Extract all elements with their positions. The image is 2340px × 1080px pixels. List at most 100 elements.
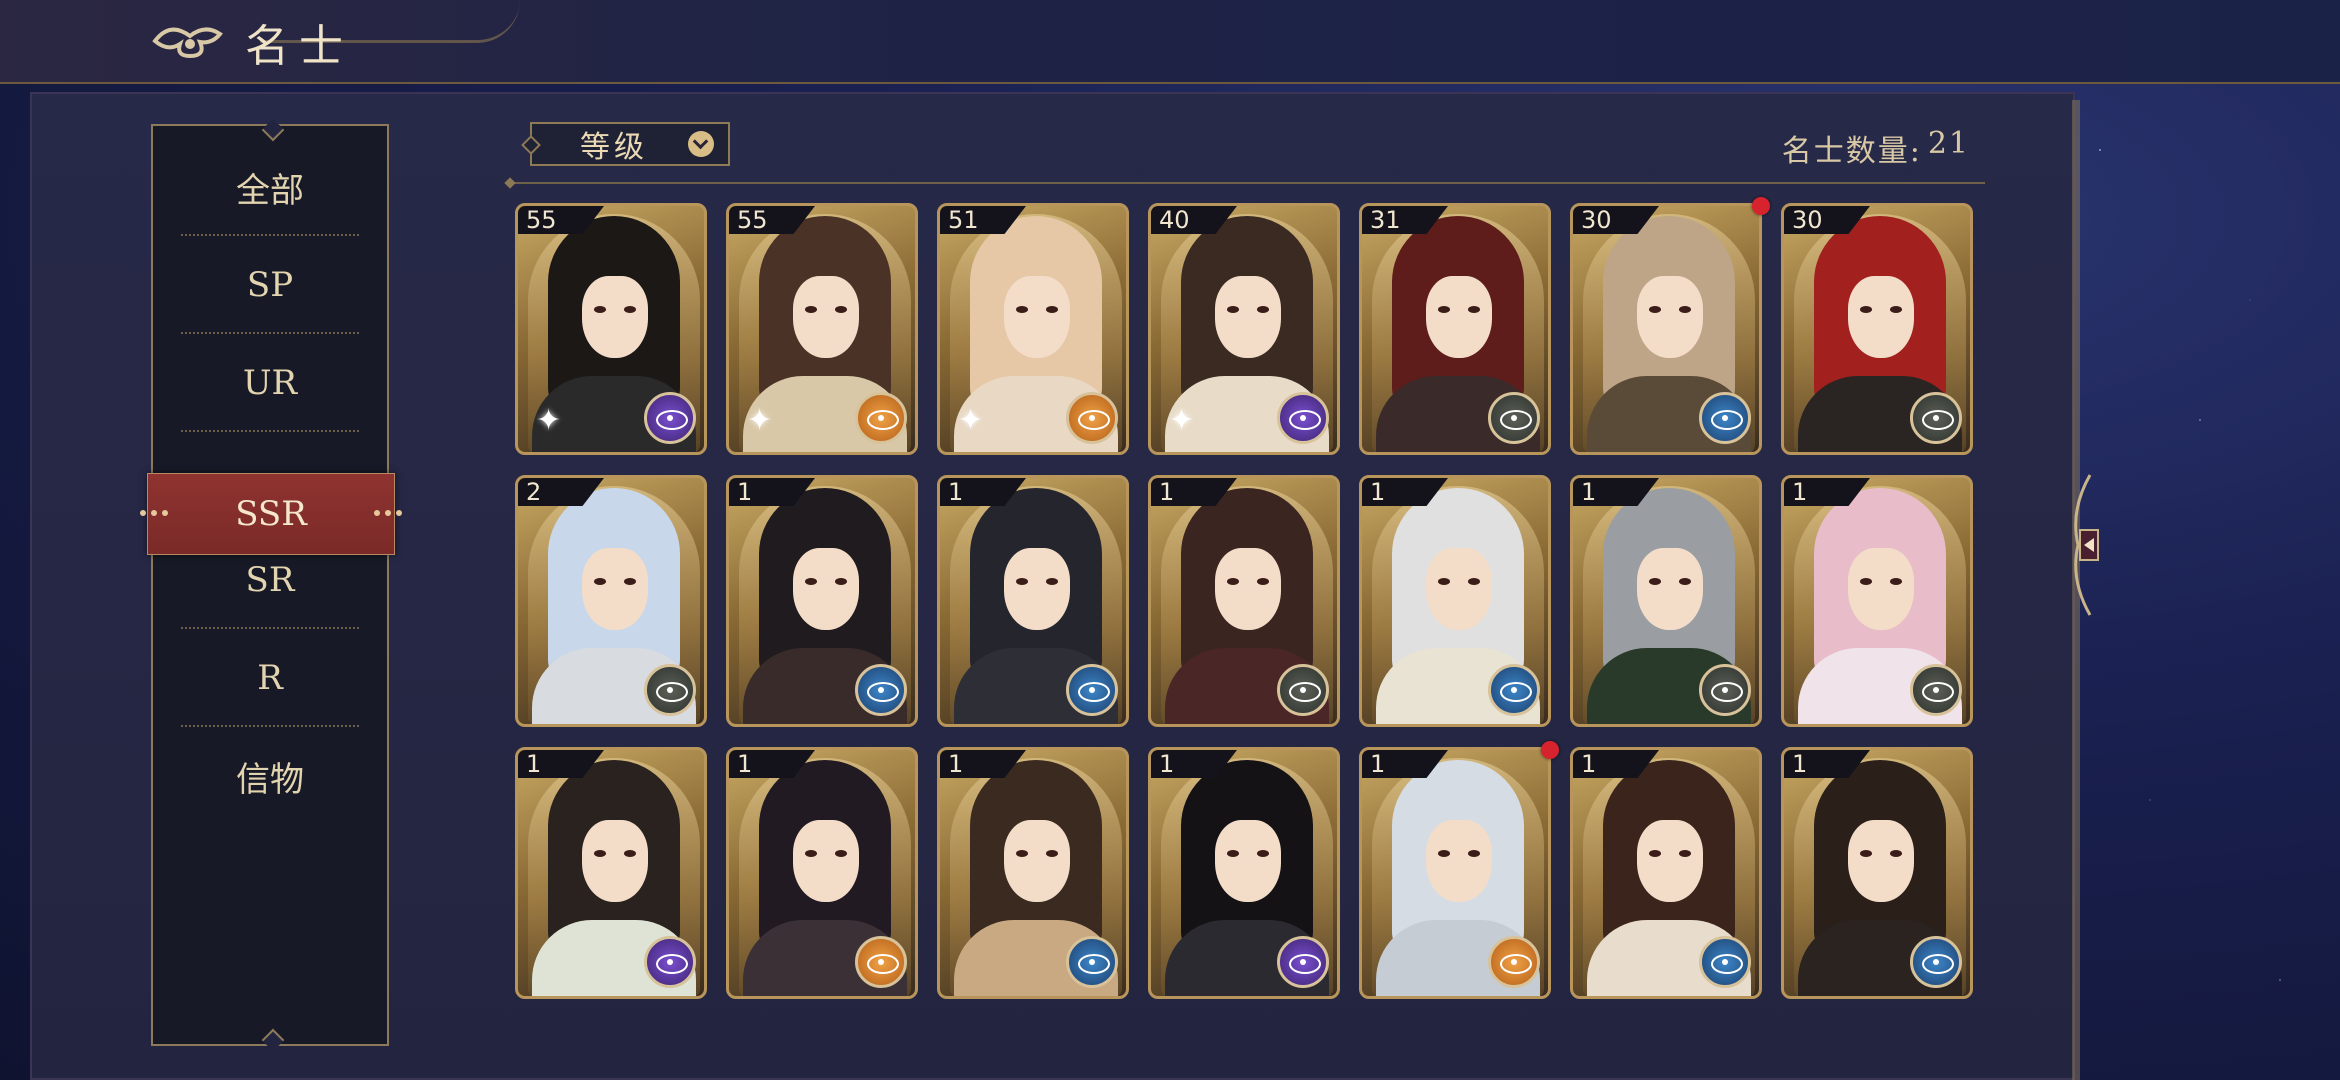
hero-portrait-eyes [1016,578,1058,586]
hero-portrait-eyes [1860,578,1902,586]
hero-card[interactable]: 1 [1148,747,1340,999]
sidebar-item-label: UR [242,363,298,403]
sidebar-item-r[interactable]: R [153,629,387,727]
rarity-sidebar: 全部 SP UR SSR SR R 信物 [140,118,402,1052]
hero-card[interactable]: 1 [1359,747,1551,999]
element-attribute-icon [1066,664,1118,716]
element-attribute-icon [1488,936,1540,988]
hero-card[interactable]: 51 ✦ [937,203,1129,455]
hero-card[interactable]: 30 [1570,203,1762,455]
hero-portrait-face [793,276,859,358]
element-attribute-icon [644,664,696,716]
sparkle-icon: ✦ [1169,403,1195,438]
hero-card[interactable]: 1 [515,747,707,999]
hero-portrait-face [1637,820,1703,902]
element-attribute-icon [1910,664,1962,716]
sidebar-item-label: 全部 [236,170,304,211]
sort-dropdown[interactable]: 等级 [530,122,730,166]
element-attribute-icon [1488,664,1540,716]
chevron-down-icon [688,131,714,157]
hero-count-value: 21 [1927,126,1970,161]
hero-portrait-eyes [594,306,636,314]
sidebar-item-tokens[interactable]: 信物 [153,727,387,825]
hero-portrait-face [1215,820,1281,902]
element-attribute-icon [644,936,696,988]
hero-card[interactable]: 1 [726,747,918,999]
sidebar-item-ur[interactable]: UR [153,334,387,432]
page-title: 名士 [245,21,353,72]
element-attribute-icon [644,392,696,444]
hero-portrait-eyes [1016,306,1058,314]
hero-card[interactable]: 1 [1570,475,1762,727]
sidebar-item-label: R [257,658,283,698]
hero-card[interactable]: 1 [1359,475,1551,727]
element-attribute-icon [855,936,907,988]
element-attribute-icon [1910,936,1962,988]
hero-portrait-face [793,820,859,902]
hero-portrait-face [582,276,648,358]
sort-dropdown-label: 等级 [580,130,648,165]
sidebar-item-all[interactable]: 全部 [153,138,387,236]
hero-card[interactable]: 55 ✦ [515,203,707,455]
active-ornament-right [374,510,402,516]
sparkle-icon: ✦ [958,403,984,438]
hero-card[interactable]: 30 [1781,203,1973,455]
sparkle-icon: ✦ [536,403,562,438]
element-attribute-icon [1699,664,1751,716]
sidebar-item-sp[interactable]: SP [153,236,387,334]
hero-portrait-eyes [594,578,636,586]
hero-portrait-face [1215,276,1281,358]
element-attribute-icon [855,392,907,444]
hero-card[interactable]: 1 [937,475,1129,727]
hero-card[interactable]: 1 [726,475,918,727]
hero-portrait-face [1215,548,1281,630]
hero-count-label: 名士数量: [1781,134,1922,169]
hero-card[interactable]: 2 [515,475,707,727]
hero-card[interactable]: 55 ✦ [726,203,918,455]
hero-portrait-eyes [1438,850,1480,858]
hero-portrait-face [582,820,648,902]
hero-card[interactable]: 1 [1570,747,1762,999]
hero-portrait-face [1426,276,1492,358]
element-attribute-icon [1066,936,1118,988]
expand-panel-arrow-icon[interactable] [2050,470,2110,620]
element-attribute-icon [855,664,907,716]
hero-portrait-face [1637,276,1703,358]
element-attribute-icon [1277,392,1329,444]
hero-card[interactable]: 1 [937,747,1129,999]
hero-count: 名士数量: 21 [1782,126,1970,170]
hero-portrait-eyes [1227,578,1269,586]
hero-portrait-eyes [1227,306,1269,314]
hero-portrait-eyes [1649,306,1691,314]
hero-portrait-face [1848,548,1914,630]
sidebar-item-label: SR [245,560,295,600]
element-attribute-icon [1277,664,1329,716]
hero-portrait-face [1848,276,1914,358]
hero-portrait-eyes [594,850,636,858]
hero-card[interactable]: 40 ✦ [1148,203,1340,455]
hero-card[interactable]: 1 [1781,747,1973,999]
new-notification-dot [1752,197,1770,215]
hero-card[interactable]: 1 [1781,475,1973,727]
sparkle-icon: ✦ [747,403,773,438]
hero-portrait-eyes [805,306,847,314]
cloud-emblem-icon [152,27,223,59]
hero-portrait-eyes [1438,578,1480,586]
hero-card[interactable]: 1 [1148,475,1340,727]
hero-portrait-face [1426,820,1492,902]
active-ornament-left [140,510,168,516]
hero-portrait-face [1426,548,1492,630]
hero-card[interactable]: 31 [1359,203,1551,455]
hero-portrait-eyes [1227,850,1269,858]
hero-portrait-eyes [1860,306,1902,314]
element-attribute-icon [1488,392,1540,444]
sidebar-item-sr[interactable]: SR [153,531,387,629]
hero-portrait-eyes [1016,850,1058,858]
sidebar-item-label: 信物 [236,759,304,800]
sidebar-item-label: SSR [235,494,307,534]
hero-portrait-face [1004,276,1070,358]
hero-portrait-eyes [805,850,847,858]
element-attribute-icon [1277,936,1329,988]
hero-portrait-face [1848,820,1914,902]
hero-portrait-face [582,548,648,630]
